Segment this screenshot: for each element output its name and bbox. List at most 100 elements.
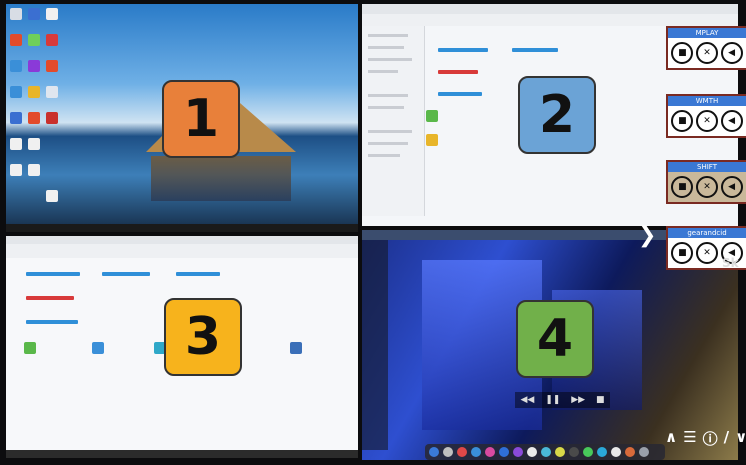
nav-item[interactable] [368,94,408,97]
drive-usage-bar [438,48,488,52]
screen-number-badge-2: 2 [518,76,596,154]
desktop-icon[interactable] [28,34,40,46]
dock-app-icon[interactable] [443,447,453,457]
desktop-icon[interactable] [10,60,22,72]
info-icon[interactable]: ⓘ [703,428,718,449]
desktop-icon[interactable] [28,86,40,98]
stop-icon[interactable]: ■ [671,242,694,264]
folder-icon[interactable] [92,342,104,354]
desktop-icon[interactable] [10,138,22,150]
nav-item[interactable] [368,130,412,133]
dock-app-icon[interactable] [513,447,523,457]
menu-icon[interactable]: ☰ [683,428,696,449]
chevron-up-icon[interactable]: ∧ [665,428,677,449]
dock-app-icon[interactable] [597,447,607,457]
control-panel-2[interactable]: WMTH ■ ✕ ◀ [666,94,746,138]
chevron-down-icon[interactable]: ∨ [735,428,746,449]
rock-reflection [151,156,291,201]
control-panel-1[interactable]: MPLAY ■ ✕ ◀ [666,26,746,70]
desktop-icon[interactable] [46,112,58,124]
expand-icon[interactable]: ✕ [695,242,718,264]
drive-usage-bar [438,92,482,96]
pause-icon[interactable]: ❚❚ [545,395,560,405]
taskbar[interactable] [6,450,358,458]
stop-icon[interactable]: ■ [671,110,694,132]
panel-title: gearandcid [668,228,746,238]
expand-icon[interactable]: ✕ [695,110,718,132]
desktop-icon[interactable] [46,8,58,20]
drive-usage-bar [26,272,80,276]
dock[interactable] [425,444,665,460]
desktop-icon[interactable] [28,164,40,176]
desktop-icon[interactable] [10,86,22,98]
folder-icon[interactable] [290,342,302,354]
drive-usage-bar [176,272,220,276]
nav-item[interactable] [368,58,412,61]
next-arrow-icon[interactable]: ❯ [638,222,656,250]
nav-item[interactable] [368,70,398,73]
dock-app-icon[interactable] [485,447,495,457]
nav-item[interactable] [368,142,408,145]
desktop-icon[interactable] [28,112,40,124]
dock-app-icon[interactable] [555,447,565,457]
dock-app-icon[interactable] [471,447,481,457]
stop-icon[interactable]: ■ [596,395,605,405]
window-title-bar[interactable] [362,4,738,14]
slash-icon[interactable]: / [724,428,729,449]
window-title-bar[interactable] [6,236,358,244]
panel-title: WMTH [668,96,746,106]
folder-icon[interactable] [426,134,438,146]
fast-forward-icon[interactable]: ▶▶ [571,395,585,405]
panel-title: SHIFT [668,162,746,172]
taskbar[interactable] [6,224,358,232]
desktop-icon[interactable] [46,60,58,72]
expand-icon[interactable]: ✕ [695,42,718,64]
nav-item[interactable] [368,34,408,37]
desktop-icon[interactable] [28,138,40,150]
dock-app-icon[interactable] [569,447,579,457]
rewind-icon[interactable]: ◀◀ [520,395,534,405]
nav-pane[interactable] [362,26,425,216]
dock-app-icon[interactable] [429,447,439,457]
desktop-icon[interactable] [10,8,22,20]
back-icon[interactable]: ◀ [720,42,743,64]
folder-icon[interactable] [24,342,36,354]
dock-app-icon[interactable] [639,447,649,457]
dock-app-icon[interactable] [611,447,621,457]
folder-icon[interactable] [426,110,438,122]
dock-app-icon[interactable] [527,447,537,457]
control-panel-3[interactable]: SHIFT ■ ✕ ◀ [666,160,746,204]
desktop-icon[interactable] [10,164,22,176]
nav-item[interactable] [368,46,404,49]
screen-number-badge-3: 3 [164,298,242,376]
dock-app-icon[interactable] [541,447,551,457]
ribbon[interactable] [362,14,738,26]
drive-usage-bar [512,48,558,52]
drive-usage-bar [102,272,150,276]
dock-app-icon[interactable] [457,447,467,457]
screen-3-file-explorer[interactable]: 3 [6,236,358,458]
media-controls[interactable]: ◀◀ ❚❚ ▶▶ ■ [515,392,610,408]
ribbon[interactable] [6,244,358,258]
nav-item[interactable] [368,154,400,157]
dock-app-icon[interactable] [583,447,593,457]
desktop-icon[interactable] [10,112,22,124]
desktop-icon[interactable] [46,86,58,98]
left-sidebar[interactable] [362,240,388,450]
screen-1-desktop[interactable]: 1 [6,4,358,232]
dock-app-icon[interactable] [499,447,509,457]
drive-usage-bar [26,296,74,300]
stop-icon[interactable]: ■ [671,176,694,198]
dock-app-icon[interactable] [625,447,635,457]
system-icons[interactable]: ∧ ☰ ⓘ / ∨ [665,428,746,449]
desktop-icon[interactable] [46,190,58,202]
desktop-icon[interactable] [10,34,22,46]
stop-icon[interactable]: ■ [671,42,694,64]
desktop-icon[interactable] [46,34,58,46]
desktop-icon[interactable] [28,8,40,20]
nav-item[interactable] [368,106,404,109]
desktop-icon[interactable] [28,60,40,72]
back-icon[interactable]: ◀ [720,110,743,132]
expand-icon[interactable]: ✕ [695,176,718,198]
back-icon[interactable]: ◀ [720,176,743,198]
